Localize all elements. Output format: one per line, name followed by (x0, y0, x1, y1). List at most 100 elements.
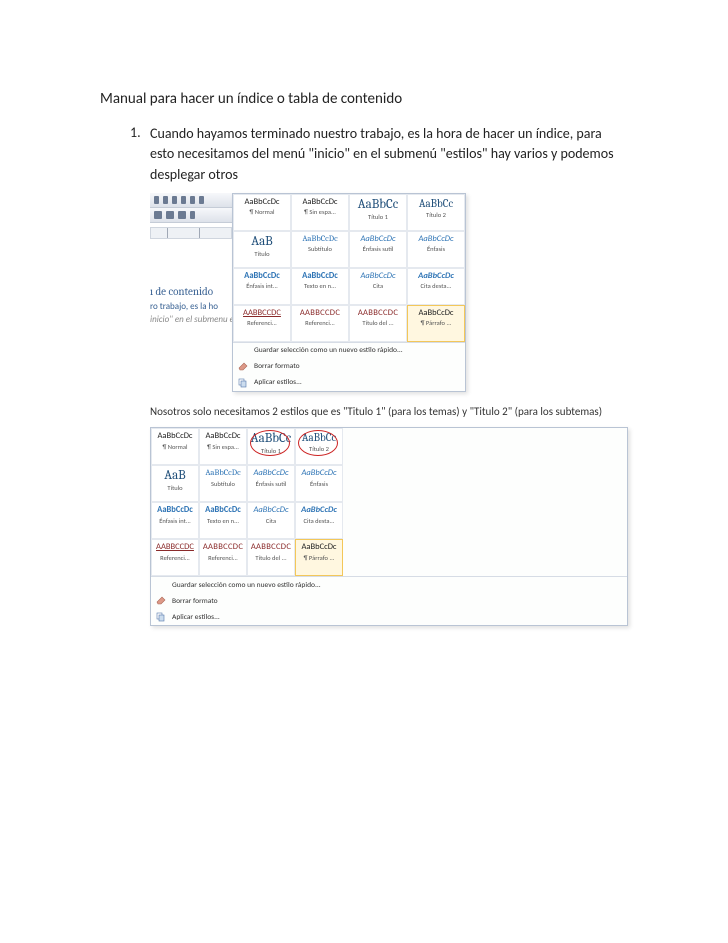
style-cell[interactable]: AaBbCcDc Énfasis (295, 465, 343, 502)
eraser-icon (237, 361, 249, 373)
style-sample: AABBCCDC (352, 309, 404, 318)
document-page: Manual para hacer un índice o tabla de c… (0, 0, 728, 680)
style-cell[interactable]: AaBbCcDc¶ Normal (151, 428, 199, 465)
style-cell[interactable]: AaBTítulo (151, 465, 199, 502)
style-label: Título 2 (410, 211, 462, 219)
style-cell[interactable]: AaBbCcDcÉnfasis (407, 231, 465, 268)
style-cell[interactable]: AaBbCcDcCita (247, 502, 295, 539)
style-cell[interactable]: AaBbCcDc¶ Párrafo ... (407, 305, 465, 342)
style-label: Énfasis sutil (352, 245, 404, 253)
note-text: Nosotros solo necesitamos 2 estilos que … (150, 404, 628, 419)
style-label: Cita (352, 282, 404, 290)
style-label: Título 1 (352, 213, 404, 221)
apply-icon (155, 611, 167, 623)
styles-grid: AaBbCcDc¶ NormalAaBbCcDc¶ Sin espa...AaB… (233, 194, 465, 342)
style-cell[interactable]: AaBbCcDcÉnfasis int... (233, 268, 291, 305)
style-label: ¶ Normal (236, 208, 288, 216)
style-cell[interactable]: AaBbCcDc¶ Párrafo ... (295, 539, 343, 576)
menu-apply-styles[interactable]: Aplicar estilos... (151, 609, 627, 625)
eraser-icon (155, 595, 167, 607)
style-label: Título del ... (250, 554, 292, 562)
menu-save-selection[interactable]: Guardar selección como un nuevo estilo r… (151, 577, 627, 593)
style-label: Cita (250, 517, 292, 525)
style-cell[interactable]: AABBCCDCReferenci... (199, 539, 247, 576)
style-sample: AaBbCcDc (294, 272, 346, 281)
style-cell[interactable]: AABBCCDCTítulo del ... (247, 539, 295, 576)
style-label: Énfasis (298, 480, 340, 488)
style-cell[interactable]: AaBbCcDcCita desta... (295, 502, 343, 539)
doc-line: ro trabajo, es la ho (150, 300, 232, 314)
style-cell[interactable]: AaBbCcDc Énfasis int... (151, 502, 199, 539)
step-number: 1. (130, 124, 150, 634)
style-cell[interactable]: AaBbCc Título 2 (295, 428, 343, 465)
toolbar-fragment: ı de contenido ro trabajo, es la ho inic… (150, 193, 232, 392)
style-sample: AaBbCc (250, 432, 292, 445)
ordered-list: 1. Cuando hayamos terminado nuestro trab… (100, 124, 628, 634)
style-sample: AaBbCc (298, 432, 340, 443)
style-cell[interactable]: AaBbCcDc ¶ Sin espa... (199, 428, 247, 465)
style-sample: AaBbCc (352, 198, 404, 211)
style-cell[interactable]: AaBbCcDcÉnfasis sutil (349, 231, 407, 268)
document-text-behind: ı de contenido ro trabajo, es la ho inic… (150, 245, 232, 327)
style-label: Énfasis int... (236, 282, 288, 290)
styles-menu: Guardar selección como un nuevo estilo r… (151, 576, 627, 625)
style-label: Título (236, 250, 288, 258)
style-sample: AaBbCcDc (202, 432, 244, 441)
style-cell[interactable]: AaBbCcDcÉnfasis sutil (247, 465, 295, 502)
style-label: Título 2 (298, 445, 340, 453)
list-item-body: Cuando hayamos terminado nuestro trabajo… (150, 124, 628, 634)
style-sample: AaBbCcDc (202, 469, 244, 478)
menu-save-selection[interactable]: Guardar selección como un nuevo estilo r… (233, 343, 465, 359)
style-cell[interactable]: AaBbCcDc Texto en n... (199, 502, 247, 539)
menu-clear-format[interactable]: Borrar formato (233, 359, 465, 375)
style-sample: AaBbCcDc (154, 506, 196, 515)
style-sample: AaBbCcDc (410, 235, 462, 244)
style-cell[interactable]: AABBCCDCTítulo del ... (349, 305, 407, 342)
style-sample: AaBbCcDc (236, 272, 288, 281)
style-label: Texto en n... (202, 517, 244, 525)
styles-grid: AaBbCcDc¶ NormalAaBbCcDc¶ Sin espa...AaB… (151, 428, 627, 576)
figure-styles-gallery-circled: AaBbCcDc¶ NormalAaBbCcDc¶ Sin espa...AaB… (150, 427, 628, 626)
style-label: Referenci... (294, 319, 346, 327)
style-cell[interactable]: AaBbCcDcCita desta... (407, 268, 465, 305)
style-label: Énfasis (410, 245, 462, 253)
style-cell[interactable]: AaBbCcDc¶ Sin espa... (291, 194, 349, 231)
list-item: 1. Cuando hayamos terminado nuestro trab… (130, 124, 628, 634)
style-cell[interactable]: AABBCCDCReferenci... (151, 539, 199, 576)
style-cell[interactable]: AABBCCDCReferenci... (233, 305, 291, 342)
style-label: ¶ Sin espa... (294, 208, 346, 216)
style-sample: AaBbCc (410, 198, 462, 209)
style-label: Título del ... (352, 319, 404, 327)
style-cell[interactable]: AaBbCcDcSubtítulo (291, 231, 349, 268)
style-sample: AaBbCcDc (352, 272, 404, 281)
save-icon (237, 345, 249, 357)
apply-icon (237, 377, 249, 389)
style-cell[interactable]: AaBbCcDcSubtítulo (199, 465, 247, 502)
style-sample: AaBbCcDc (410, 309, 462, 318)
style-cell[interactable]: AaBbCcDc¶ Normal (233, 194, 291, 231)
style-label: ¶ Párrafo ... (410, 319, 462, 327)
step-text: Cuando hayamos terminado nuestro trabajo… (150, 124, 628, 185)
toolbar-row (150, 208, 232, 223)
style-cell[interactable]: AaBbCc Título 2 (407, 194, 465, 231)
style-cell[interactable]: AaBbCcTítulo 1 (247, 428, 295, 465)
menu-clear-format[interactable]: Borrar formato (151, 593, 627, 609)
page-title: Manual para hacer un índice o tabla de c… (100, 90, 628, 108)
style-label: Énfasis int... (154, 517, 196, 525)
menu-apply-styles[interactable]: Aplicar estilos... (233, 375, 465, 391)
style-cell[interactable]: AaBTítulo (233, 231, 291, 268)
styles-menu: Guardar selección como un nuevo estilo r… (233, 342, 465, 391)
style-cell[interactable]: AABBCCDCReferenci... (291, 305, 349, 342)
style-cell[interactable]: AaBbCc Título 1 (349, 194, 407, 231)
style-sample: AaBbCcDc (298, 469, 340, 478)
save-icon (155, 579, 167, 591)
style-sample: AaBbCcDc (202, 506, 244, 515)
doc-heading: ı de contenido (150, 285, 232, 298)
style-label: ¶ Párrafo ... (298, 554, 340, 562)
style-cell[interactable]: AaBbCcDcTexto en n... (291, 268, 349, 305)
style-label: Referenci... (236, 319, 288, 327)
style-label: ¶ Sin espa... (202, 443, 244, 451)
style-sample: AABBCCDC (294, 309, 346, 318)
style-sample: AaBbCcDc (410, 272, 462, 281)
style-cell[interactable]: AaBbCcDcCita (349, 268, 407, 305)
